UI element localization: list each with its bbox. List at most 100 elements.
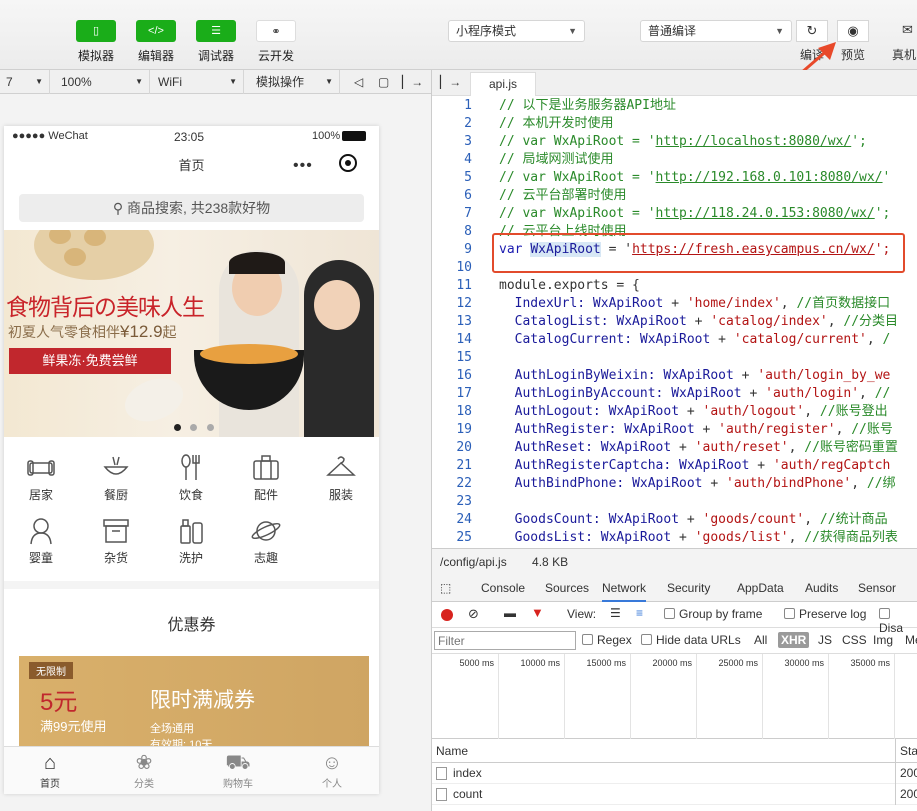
timeline-tick: 5000 ms — [459, 658, 494, 668]
regex-checkbox[interactable]: Regex — [582, 633, 632, 647]
tab-network[interactable]: Network — [602, 574, 647, 602]
network-toolbar: ⊘ ▬ ▼ View: ☰ ≡ Group by frame Preserve … — [432, 602, 917, 635]
carousel-dots[interactable] — [174, 420, 214, 434]
category-bottle[interactable]: 洗护 — [161, 516, 221, 566]
promo-banner[interactable]: 食物背后の美味人生 初夏人气零食相伴¥12.9起 鲜果冻·免费尝鲜 — [4, 230, 379, 437]
real-device-label[interactable]: 真机 — [892, 46, 916, 63]
waterfall-view-icon[interactable]: ≡ — [636, 606, 643, 620]
category-baby[interactable]: 婴童 — [11, 516, 71, 566]
category-bowl[interactable]: 餐厨 — [86, 453, 146, 503]
network-select[interactable]: WiFi ▼ — [152, 70, 244, 94]
zoom-select[interactable]: 100% ▼ — [55, 70, 150, 94]
tab-sensor[interactable]: Sensor — [858, 574, 896, 602]
device-icon[interactable]: ✉ — [902, 22, 913, 38]
category-hanger[interactable]: 服装 — [311, 453, 371, 503]
code-area[interactable]: 1// 以下是业务服务器API地址 2// 本机开发时使用 3// var WxAp… — [432, 97, 917, 547]
search-bar[interactable]: ⚲ 商品搜索, 共238款好物 — [19, 194, 364, 222]
tab-sources[interactable]: Sources — [545, 574, 589, 602]
split-icon[interactable]: ▏→ — [398, 70, 423, 94]
tab-audits[interactable]: Audits — [805, 574, 838, 602]
more-icon[interactable]: ••• — [293, 146, 313, 186]
nav-bar: 首页 ••• — [4, 146, 379, 186]
request-row[interactable]: count 200 — [432, 784, 917, 805]
type-filter-xhr[interactable]: XHR — [778, 632, 810, 648]
battery-level: 100% — [312, 130, 341, 142]
filter-input[interactable] — [434, 631, 576, 650]
category-box[interactable]: 杂货 — [86, 516, 146, 566]
editor-button[interactable]: </> 编辑器 — [126, 20, 186, 64]
window-icon[interactable]: ▢ — [374, 70, 396, 94]
camera-icon[interactable]: ▬ — [504, 606, 516, 620]
line-number: 3 — [464, 134, 472, 149]
code-line: 2// 本机开发时使用 — [432, 115, 917, 133]
preview-label: 预览 — [841, 48, 866, 62]
code-line: 1// 以下是业务服务器API地址 — [432, 97, 917, 115]
type-filter-all[interactable]: All — [751, 632, 770, 648]
operation-select[interactable]: 模拟操作 ▼ — [250, 70, 340, 94]
preview-button[interactable]: ◉ — [837, 20, 869, 42]
debugger-button[interactable]: ☰ 调试器 — [186, 20, 246, 64]
tab-user[interactable]: ☺ 个人 — [302, 751, 362, 790]
type-filter-img[interactable]: Img — [870, 632, 896, 648]
devtools-tabs: ⬚ Console Sources Network Security AppData Au… — [432, 574, 917, 602]
record-icon[interactable] — [441, 609, 453, 621]
refresh-icon: ↻ — [806, 23, 818, 38]
line-number: 6 — [464, 188, 472, 203]
hide-data-urls-checkbox[interactable]: Hide data URLs — [641, 633, 741, 647]
view-label: View: — [567, 607, 597, 621]
category-planet[interactable]: 志趣 — [236, 516, 296, 566]
mode-select[interactable]: 小程序模式 ▼ — [448, 20, 585, 42]
simulator-button[interactable]: ▯ 模拟器 — [66, 20, 126, 64]
tab-cart[interactable]: ⛟ 购物车 — [208, 751, 268, 790]
inspect-icon[interactable]: ⬚ — [440, 574, 451, 602]
compile-button[interactable]: ↻ — [796, 20, 828, 42]
bowl-icon — [103, 456, 129, 475]
device-select[interactable]: 7 ▼ — [0, 70, 50, 94]
line-number: 4 — [464, 152, 472, 167]
close-circle-icon[interactable] — [339, 154, 357, 172]
line-number: 19 — [456, 422, 472, 437]
compile-mode-select[interactable]: 普通编译 ▼ — [640, 20, 792, 42]
line-number: 11 — [456, 278, 472, 293]
request-row[interactable]: index 200 — [432, 763, 917, 784]
timeline-tick: 20000 ms — [652, 658, 692, 668]
toggle-tree-icon[interactable]: ▏→ — [440, 75, 461, 89]
tab-appdata[interactable]: AppData — [737, 574, 784, 602]
mute-icon[interactable]: ◁ — [350, 70, 372, 94]
tab-category[interactable]: ❀ 分类 — [114, 751, 174, 790]
category-suitcase[interactable]: 配件 — [236, 453, 296, 503]
code-line: 17 AuthLoginByAccount: WxApiRoot + 'auth… — [432, 385, 917, 403]
preserve-log-checkbox[interactable]: Preserve log — [784, 607, 866, 621]
line-number: 5 — [464, 170, 472, 185]
banner-cta-button[interactable]: 鲜果冻·免费尝鲜 — [9, 348, 171, 374]
col-status[interactable]: Stat — [895, 739, 917, 763]
line-number: 20 — [456, 440, 472, 455]
code-line: 13 CatalogList: WxApiRoot + 'catalog/ind… — [432, 313, 917, 331]
timeline-tick: 10000 ms — [520, 658, 560, 668]
col-name[interactable]: Name — [436, 744, 468, 758]
tab-security[interactable]: Security — [667, 574, 710, 602]
type-filter-css[interactable]: CSS — [839, 632, 870, 648]
coupon-amount: 5元 — [40, 689, 78, 716]
coupon-card[interactable]: 无限制 5元 满99元使用 限时满减券 全场通用 有效期: 10天 — [19, 656, 369, 756]
filter-icon[interactable]: ▼ — [531, 605, 544, 620]
type-filter-js[interactable]: JS — [815, 632, 835, 648]
devtools-panel: ⬚ Console Sources Network Security AppData Au… — [431, 574, 917, 811]
network-timeline[interactable]: 5000 ms 10000 ms 15000 ms 20000 ms 25000 ms 3… — [432, 654, 917, 739]
tab-home[interactable]: ⌂ 首页 — [20, 751, 80, 790]
category-sofa[interactable]: 居家 — [11, 453, 71, 503]
list-view-icon[interactable]: ☰ — [610, 606, 621, 620]
cloud-button[interactable]: ⚭ 云开发 — [246, 20, 306, 64]
caret-down-icon: ▼ — [775, 26, 784, 36]
category-utensils[interactable]: 饮食 — [161, 453, 221, 503]
clear-icon[interactable]: ⊘ — [468, 606, 479, 622]
group-by-frame-checkbox[interactable]: Group by frame — [664, 607, 762, 621]
filter-row: Regex Hide data URLs All XHR JSCSSImg Me — [432, 628, 917, 654]
tab-console[interactable]: Console — [481, 574, 525, 602]
cart-icon: ⛟ — [225, 752, 251, 774]
code-line: 3// var WxApiRoot = 'http://localhost:80… — [432, 133, 917, 151]
banner-headline: 食物背后の美味人生 — [6, 295, 205, 321]
tab-api-js[interactable]: api.js — [470, 72, 536, 96]
capsule-menu[interactable]: ••• — [293, 154, 365, 180]
type-filter-me[interactable]: Me — [902, 632, 917, 648]
